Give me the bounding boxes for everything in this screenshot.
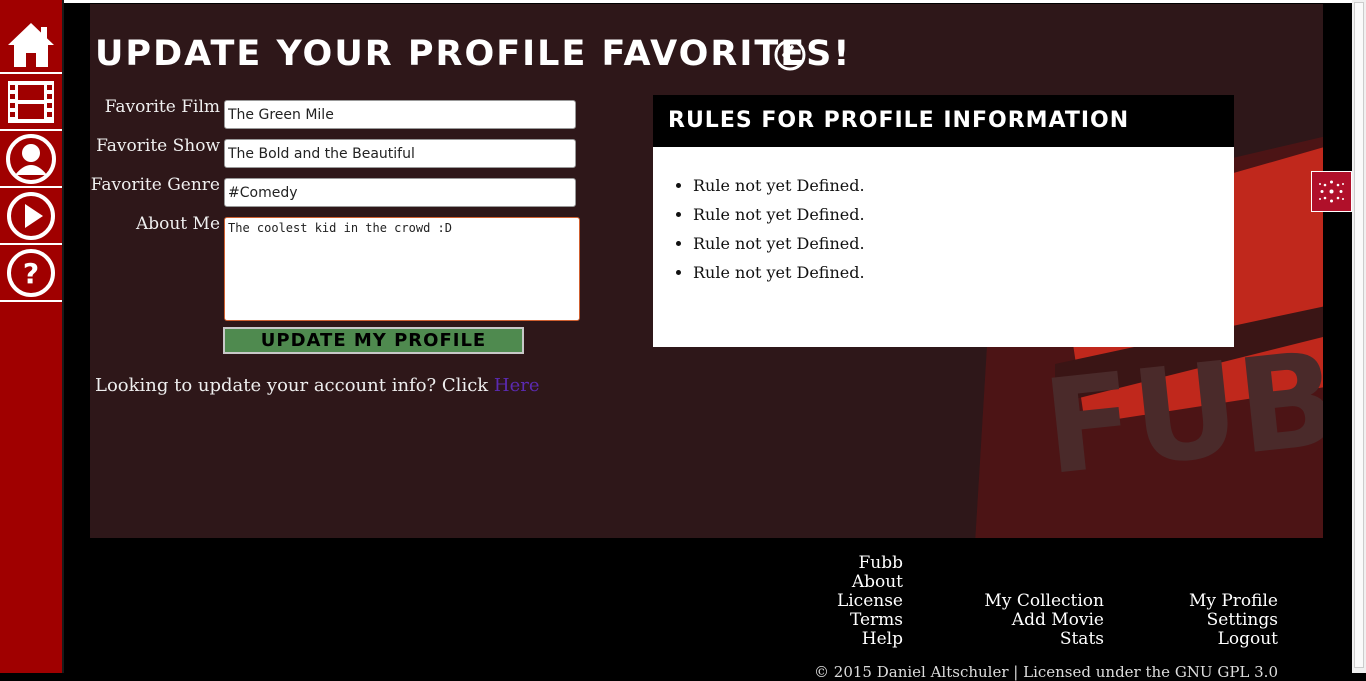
footer-link-about[interactable]: About — [837, 573, 903, 592]
update-profile-button[interactable]: Update My Profile — [223, 327, 524, 354]
top-border — [0, 0, 1366, 3]
page-title: Update Your Profile Favorites! — [95, 34, 852, 74]
nav-profile[interactable] — [0, 131, 62, 188]
svg-text:?: ? — [23, 257, 39, 290]
footer-col-account: My Profile Settings Logout — [1189, 592, 1278, 649]
favorite-genre-label: Favorite Genre — [90, 175, 220, 195]
rule-item: Rule not yet Defined. — [693, 260, 1234, 289]
rule-item: Rule not yet Defined. — [693, 173, 1234, 202]
rule-item: Rule not yet Defined. — [693, 231, 1234, 260]
sidebar-nav: ? — [0, 0, 64, 673]
network-icon — [1319, 180, 1344, 203]
favorite-film-label: Favorite Film — [104, 97, 220, 117]
nav-help[interactable]: ? — [0, 245, 62, 302]
account-info-text: Looking to update your account info? Cli… — [95, 375, 540, 396]
floating-widget-button[interactable] — [1311, 171, 1352, 212]
footer-link-add-movie[interactable]: Add Movie — [984, 611, 1104, 630]
footer-link-license[interactable]: License — [837, 592, 903, 611]
footer-col-collection: My Collection Add Movie Stats — [984, 592, 1104, 649]
footer-link-logout[interactable]: Logout — [1189, 630, 1278, 649]
account-info-prompt: Looking to update your account info? Cli… — [95, 375, 494, 396]
about-me-textarea[interactable]: The coolest kid in the crowd :D — [224, 217, 580, 321]
favorite-show-input[interactable] — [224, 139, 576, 168]
nav-movies[interactable] — [0, 74, 62, 131]
nav-play[interactable] — [0, 188, 62, 245]
rule-item: Rule not yet Defined. — [693, 202, 1234, 231]
page-scrollbar[interactable] — [1352, 0, 1366, 673]
back-arrow-icon[interactable] — [773, 38, 807, 72]
user-icon — [6, 133, 56, 184]
nav-home[interactable] — [0, 17, 62, 74]
copyright-text: © 2015 Daniel Altschuler | Licensed unde… — [814, 663, 1278, 681]
rules-header: Rules for Profile Information — [653, 95, 1234, 147]
favorite-show-label: Favorite Show — [96, 136, 220, 156]
favorite-genre-input[interactable] — [224, 178, 576, 207]
footer-link-settings[interactable]: Settings — [1189, 611, 1278, 630]
footer-link-fubb[interactable]: Fubb — [837, 554, 903, 573]
footer-link-help[interactable]: Help — [837, 630, 903, 649]
footer-link-my-profile[interactable]: My Profile — [1189, 592, 1278, 611]
scrollbar-thumb[interactable] — [1354, 2, 1364, 668]
main-panel: FUBB Update Your Profile Favorites! Favo… — [90, 4, 1323, 538]
rules-list: Rule not yet Defined. Rule not yet Defin… — [653, 147, 1234, 289]
help-icon: ? — [7, 248, 55, 297]
footer-link-stats[interactable]: Stats — [984, 630, 1104, 649]
account-info-link[interactable]: Here — [494, 375, 540, 396]
footer-col-site: Fubb About License Terms Help — [837, 554, 903, 649]
footer-link-terms[interactable]: Terms — [837, 611, 903, 630]
footer: Fubb About License Terms Help My Collect… — [90, 538, 1323, 681]
about-me-label: About Me — [135, 214, 220, 234]
favorite-film-input[interactable] — [224, 100, 576, 129]
footer-link-my-collection[interactable]: My Collection — [984, 592, 1104, 611]
film-icon — [8, 80, 54, 123]
play-icon — [7, 191, 55, 240]
rules-panel: Rules for Profile Information Rule not y… — [653, 95, 1234, 347]
home-icon — [8, 22, 54, 67]
